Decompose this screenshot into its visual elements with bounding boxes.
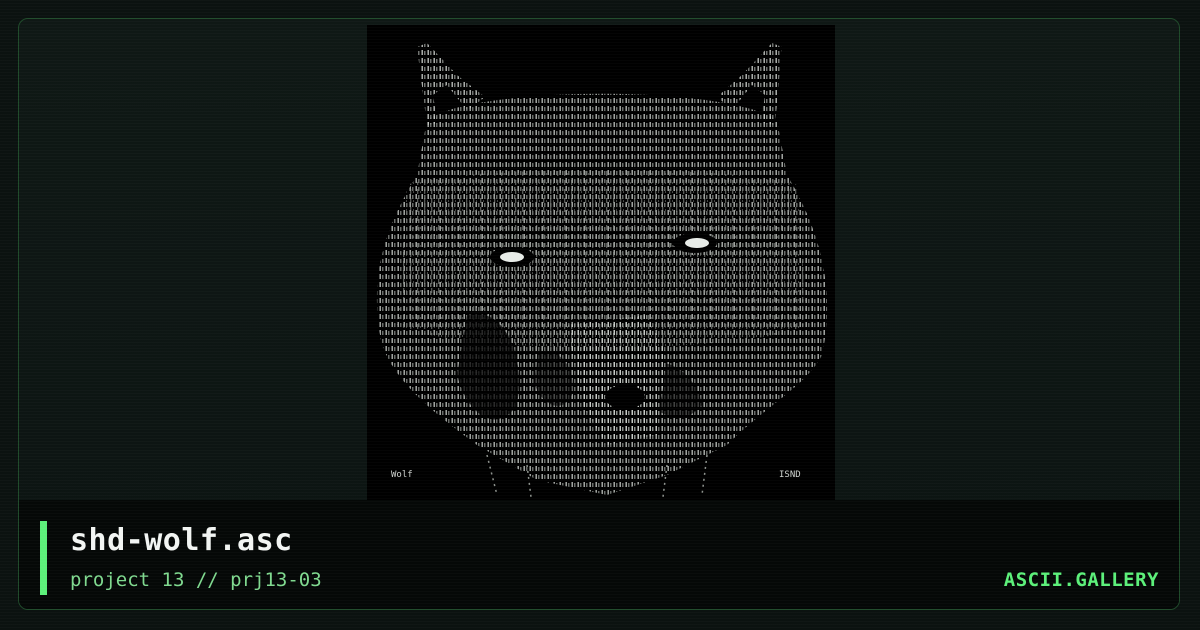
art-corner-right-label: ISND: [779, 470, 801, 480]
info-footer: shd-wolf.asc project 13 // prj13-03 ASCI…: [19, 500, 1179, 609]
ascii-art-panel: Wolf ISND: [367, 25, 835, 505]
card-frame: Wolf ISND shd-wolf.asc project 13 // prj…: [18, 18, 1180, 610]
file-title: shd-wolf.asc: [70, 523, 293, 558]
accent-bar: [40, 521, 47, 595]
ascii-wolf-image: Wolf ISND: [376, 43, 828, 505]
project-subtitle: project 13 // prj13-03: [70, 569, 322, 591]
brand-label: ASCII.GALLERY: [1003, 569, 1159, 591]
art-corner-left-label: Wolf: [391, 470, 413, 480]
